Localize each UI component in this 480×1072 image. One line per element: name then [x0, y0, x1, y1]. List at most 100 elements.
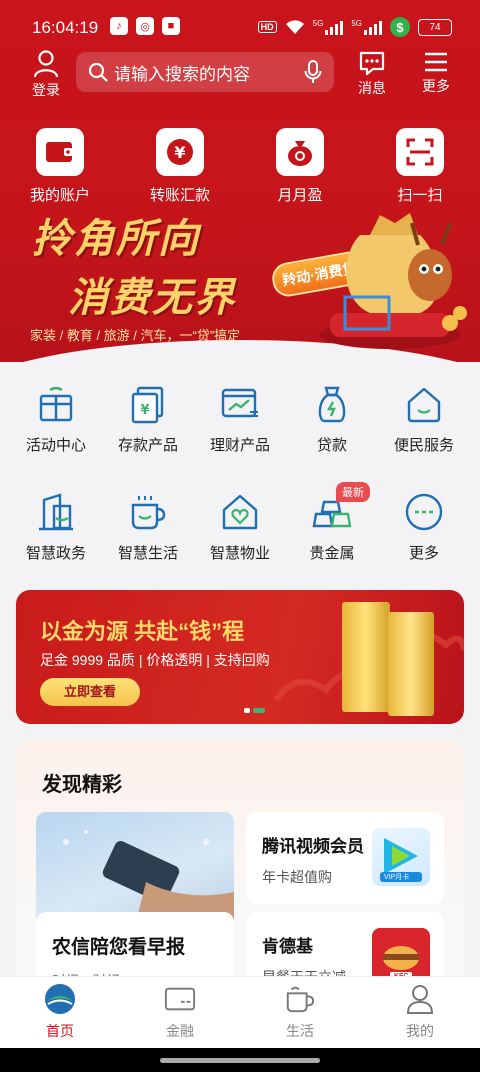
wifi-icon [285, 20, 304, 34]
notification-app-icon: ■ [162, 17, 180, 35]
deposit-icon: ¥ [126, 382, 170, 426]
scan-icon [396, 128, 444, 176]
messages-button[interactable]: 消息 [352, 50, 392, 98]
cup-icon [284, 983, 316, 1015]
coffee-cup-icon [126, 490, 170, 534]
messages-label: 消息 [358, 80, 386, 96]
government-building-icon [34, 490, 78, 534]
hd-icon: HD [257, 21, 277, 33]
user-icon [33, 50, 59, 78]
service-label: 活动中心 [25, 437, 86, 454]
home-indicator[interactable] [160, 1058, 320, 1063]
quick-action-scan[interactable]: 扫一扫 [370, 128, 470, 205]
microphone-icon[interactable] [304, 60, 322, 84]
vip-card-label: VIP月卡 [384, 874, 410, 881]
gift-box-icon [34, 382, 78, 426]
phone-hand-image [63, 830, 234, 922]
service-smart-government[interactable]: 智慧政务 [8, 490, 104, 563]
wealth-chart-icon [218, 382, 262, 426]
nav-label: 金融 [166, 1023, 194, 1039]
home-heart-icon [218, 490, 262, 534]
menu-icon [425, 52, 447, 72]
notification-app-icon: ◎ [136, 17, 154, 35]
banner-title-line2: 消费无界 [68, 276, 236, 320]
service-label: 智慧政务 [25, 545, 86, 562]
banner-title-line1: 拎角所向 [32, 217, 200, 261]
status-time: 16:04:19 [32, 18, 99, 37]
gold-bar-image [342, 602, 390, 712]
service-activity-center[interactable]: 活动中心 [8, 382, 104, 455]
nav-label: 生活 [286, 1023, 314, 1039]
hero-header: 16:04:19 ♪ ◎ ■ HD 5G 5G $ 74 登录 请输入搜索的内容… [0, 0, 480, 362]
service-deposit-products[interactable]: ¥ 存款产品 [100, 382, 196, 455]
network-type: 5G [351, 19, 362, 28]
message-icon [359, 51, 385, 76]
search-icon [88, 62, 108, 82]
service-label: 智慧生活 [117, 545, 178, 562]
top-bar: 登录 请输入搜索的内容 消息 更多 [0, 50, 480, 100]
carousel-indicator [244, 708, 265, 713]
service-more[interactable]: 更多 [376, 490, 472, 563]
quick-action-label: 转账汇款 [149, 187, 210, 204]
bottom-nav: 首页 金融 生活 我的 [0, 976, 480, 1048]
yuan-transfer-icon: ¥ [156, 128, 204, 176]
login-label: 登录 [32, 82, 60, 98]
service-wealth-products[interactable]: 理财产品 [192, 382, 288, 455]
gold-bar-image [388, 612, 434, 716]
service-smart-property[interactable]: 智慧物业 [192, 490, 288, 563]
search-input[interactable]: 请输入搜索的内容 [76, 52, 334, 92]
service-loans[interactable]: 贷款 [284, 382, 380, 455]
service-precious-metals[interactable]: 最新 贵金属 [284, 482, 380, 563]
loan-bag-icon [310, 382, 354, 426]
more-dots-icon [402, 490, 446, 534]
house-service-icon [402, 382, 446, 426]
nav-label: 首页 [46, 1023, 74, 1039]
profile-icon [404, 983, 436, 1015]
card-icon [164, 983, 196, 1015]
quick-action-transfer[interactable]: ¥ 转账汇款 [130, 128, 230, 205]
quick-action-yueyueying[interactable]: 月月盈 [250, 128, 350, 205]
home-logo-icon [44, 983, 76, 1015]
morning-news-title: 农信陪您看早报 [52, 937, 186, 958]
search-placeholder: 请输入搜索的内容 [114, 64, 250, 84]
more-menu-button[interactable]: 更多 [416, 50, 456, 96]
nav-home[interactable]: 首页 [20, 983, 100, 1041]
money-bag-icon [276, 128, 324, 176]
nav-label: 我的 [406, 1023, 434, 1039]
status-right: HD 5G 5G $ 74 [257, 17, 452, 37]
service-label: 便民服务 [393, 437, 454, 454]
quick-action-label: 扫一扫 [397, 187, 443, 204]
gold-promo-banner[interactable]: 以金为源 共赴“钱”程 足金 9999 品质 | 价格透明 | 支持回购 立即查… [16, 590, 464, 724]
discover-section: 发现精彩 农信陪您看早报 时讯 · 财经 腾讯视频会员 年卡超值购 VIP月卡 … [16, 740, 464, 1000]
tencent-video-icon: VIP月卡 [372, 828, 430, 886]
money-bag-illustration [320, 213, 467, 349]
dollar-app-icon: $ [390, 17, 410, 37]
login-button[interactable]: 登录 [28, 50, 64, 100]
service-label: 智慧物业 [209, 545, 270, 562]
quick-action-my-account[interactable]: 我的账户 [10, 128, 110, 205]
service-convenience[interactable]: 便民服务 [376, 382, 472, 455]
status-bar: 16:04:19 ♪ ◎ ■ HD 5G 5G $ 74 [0, 0, 480, 54]
signal-icon: 5G [313, 19, 344, 35]
system-nav-bar [0, 1048, 480, 1072]
svg-text:¥: ¥ [174, 143, 185, 162]
nav-finance[interactable]: 金融 [140, 983, 220, 1041]
signal-icon: 5G [351, 19, 382, 35]
gold-banner-title: 以金为源 共赴“钱”程 [40, 619, 245, 644]
service-label: 贷款 [316, 437, 347, 454]
view-now-button[interactable]: 立即查看 [40, 678, 140, 706]
tencent-video-card[interactable]: 腾讯视频会员 年卡超值购 VIP月卡 [246, 812, 444, 904]
new-badge: 最新 [336, 482, 370, 502]
service-label: 贵金属 [309, 545, 355, 562]
morning-news-card[interactable]: 农信陪您看早报 时讯 · 财经 [36, 812, 234, 1000]
nav-life[interactable]: 生活 [260, 983, 340, 1041]
gold-banner-subtitle: 足金 9999 品质 | 价格透明 | 支持回购 [40, 652, 270, 668]
service-smart-life[interactable]: 智慧生活 [100, 490, 196, 563]
svg-text:¥: ¥ [140, 403, 149, 418]
nav-mine[interactable]: 我的 [380, 983, 460, 1041]
tiktok-icon: ♪ [110, 17, 128, 35]
service-label: 理财产品 [209, 437, 270, 454]
network-type: 5G [312, 19, 324, 28]
consumer-loan-banner[interactable]: 拎角所向 消费无界 家装 / 教育 / 旅游 / 汽车，一“贷”搞定 羚动·消费… [0, 205, 480, 355]
notification-icons: ♪ ◎ ■ [110, 17, 180, 35]
